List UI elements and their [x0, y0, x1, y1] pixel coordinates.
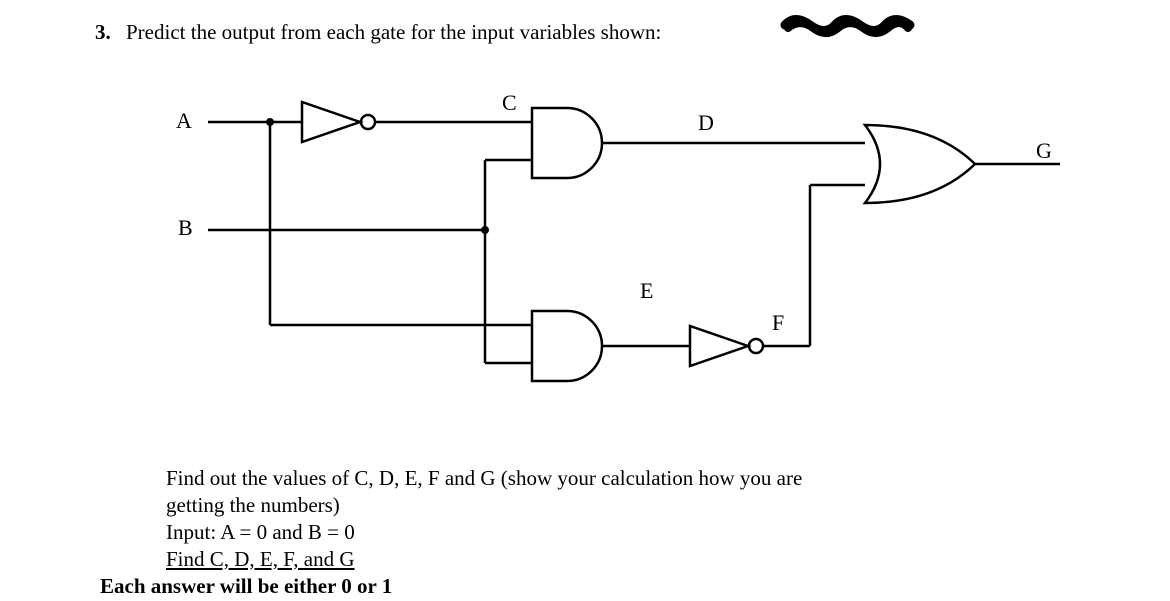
label-f: F — [772, 312, 784, 334]
page: 3. Predict the output from each gate for… — [0, 0, 1170, 601]
label-g: G — [1036, 140, 1052, 162]
question-text: 3. Predict the output from each gate for… — [95, 20, 661, 45]
label-c: C — [502, 92, 517, 114]
label-e: E — [640, 280, 653, 302]
task-instructions: Find out the values of C, D, E, F and G … — [166, 465, 802, 599]
redaction-scribble — [780, 12, 920, 38]
logic-circuit-diagram: A B C D E F G — [150, 90, 1080, 390]
task-line-2: getting the numbers) — [166, 492, 802, 519]
question-prompt: Predict the output from each gate for th… — [126, 20, 661, 44]
task-line-5: Each answer will be either 0 or 1 — [100, 573, 802, 600]
task-line-1: Find out the values of C, D, E, F and G … — [166, 465, 802, 492]
question-number: 3. — [95, 20, 111, 44]
label-d: D — [698, 112, 714, 134]
task-line-4: Find C, D, E, F, and G — [166, 546, 802, 573]
label-b: B — [178, 217, 193, 239]
label-a: A — [176, 110, 192, 132]
task-line-3: Input: A = 0 and B = 0 — [166, 519, 802, 546]
